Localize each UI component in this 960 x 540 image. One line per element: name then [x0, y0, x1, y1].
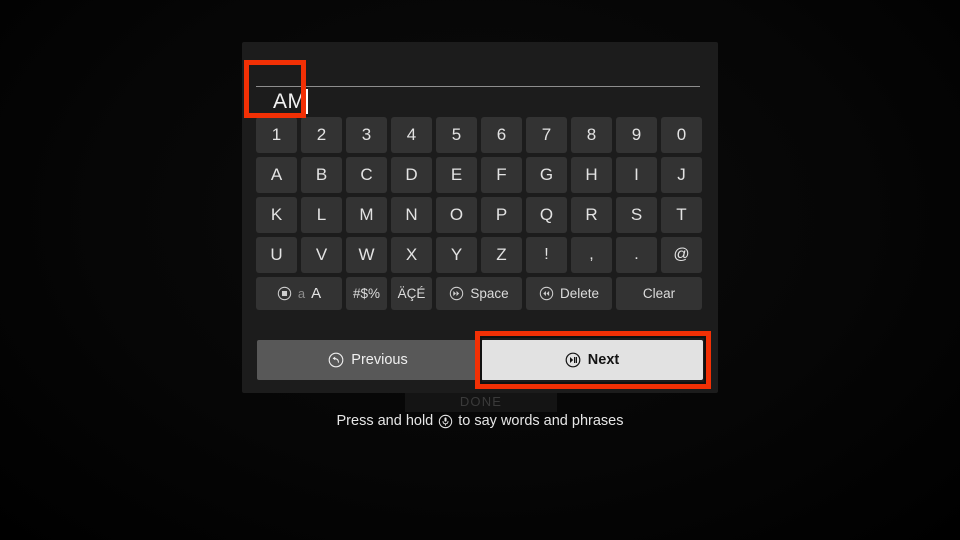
key-1[interactable]: 1 — [256, 117, 297, 153]
key-q[interactable]: Q — [526, 197, 567, 233]
done-button-label: DONE — [460, 394, 502, 409]
text-input-underline — [256, 86, 700, 87]
key-row-letters-1: A B C D E F G H I J — [256, 157, 704, 193]
fast-forward-circle-icon — [449, 286, 464, 301]
key-g[interactable]: G — [526, 157, 567, 193]
text-input-field[interactable]: AM — [258, 60, 702, 106]
key-c[interactable]: C — [346, 157, 387, 193]
key-t[interactable]: T — [661, 197, 702, 233]
space-key[interactable]: Space — [436, 277, 522, 310]
key-9[interactable]: 9 — [616, 117, 657, 153]
key-4[interactable]: 4 — [391, 117, 432, 153]
key-l[interactable]: L — [301, 197, 342, 233]
key-row-letters-2: K L M N O P Q R S T — [256, 197, 704, 233]
key-f[interactable]: F — [481, 157, 522, 193]
symbols-key[interactable]: #$% — [346, 277, 387, 310]
back-arrow-circle-icon — [328, 352, 344, 368]
key-a[interactable]: A — [256, 157, 297, 193]
key-d[interactable]: D — [391, 157, 432, 193]
play-pause-circle-icon — [565, 352, 581, 368]
key-row-letters-3: U V W X Y Z ! , . @ — [256, 237, 704, 273]
key-7[interactable]: 7 — [526, 117, 567, 153]
key-row-digits: 1 2 3 4 5 6 7 8 9 0 — [256, 117, 704, 153]
key-8[interactable]: 8 — [571, 117, 612, 153]
key-s[interactable]: S — [616, 197, 657, 233]
voice-hint-text-after: to say words and phrases — [458, 413, 623, 429]
navigation-button-row: Previous Next — [257, 340, 703, 380]
key-5[interactable]: 5 — [436, 117, 477, 153]
key-3[interactable]: 3 — [346, 117, 387, 153]
previous-button-label: Previous — [351, 352, 407, 368]
key-u[interactable]: U — [256, 237, 297, 273]
text-input-value: AM — [273, 90, 306, 114]
voice-hint: Press and hold to say words and phrases — [0, 410, 960, 432]
key-h[interactable]: H — [571, 157, 612, 193]
tv-screen: DONE AM 1 2 3 4 5 6 7 8 9 0 A — [0, 0, 960, 540]
key-x[interactable]: X — [391, 237, 432, 273]
microphone-circle-icon — [438, 414, 453, 429]
case-toggle-upper-label: A — [311, 285, 321, 302]
previous-button[interactable]: Previous — [257, 340, 479, 380]
key-grid: 1 2 3 4 5 6 7 8 9 0 A B C D E F G H I — [256, 117, 704, 310]
rewind-circle-icon — [539, 286, 554, 301]
key-m[interactable]: M — [346, 197, 387, 233]
key-z[interactable]: Z — [481, 237, 522, 273]
function-key-row: aA #$% ÄÇÉ Space — [256, 277, 704, 310]
done-button[interactable]: DONE — [405, 390, 557, 412]
circle-square-icon — [277, 286, 292, 301]
delete-key-label: Delete — [560, 286, 599, 301]
key-at-sign[interactable]: @ — [661, 237, 702, 273]
key-period[interactable]: . — [616, 237, 657, 273]
key-b[interactable]: B — [301, 157, 342, 193]
key-r[interactable]: R — [571, 197, 612, 233]
key-e[interactable]: E — [436, 157, 477, 193]
key-y[interactable]: Y — [436, 237, 477, 273]
key-i[interactable]: I — [616, 157, 657, 193]
next-button-label: Next — [588, 352, 619, 368]
key-0[interactable]: 0 — [661, 117, 702, 153]
delete-key[interactable]: Delete — [526, 277, 612, 310]
key-comma[interactable]: , — [571, 237, 612, 273]
case-toggle-lower-label: a — [298, 286, 305, 301]
next-button[interactable]: Next — [481, 340, 703, 380]
voice-hint-text-before: Press and hold — [337, 413, 434, 429]
accents-key[interactable]: ÄÇÉ — [391, 277, 432, 310]
key-w[interactable]: W — [346, 237, 387, 273]
key-k[interactable]: K — [256, 197, 297, 233]
key-j[interactable]: J — [661, 157, 702, 193]
key-6[interactable]: 6 — [481, 117, 522, 153]
key-o[interactable]: O — [436, 197, 477, 233]
key-p[interactable]: P — [481, 197, 522, 233]
text-cursor — [306, 89, 308, 114]
case-toggle-key[interactable]: aA — [256, 277, 342, 310]
key-exclamation[interactable]: ! — [526, 237, 567, 273]
clear-key[interactable]: Clear — [616, 277, 702, 310]
key-v[interactable]: V — [301, 237, 342, 273]
key-n[interactable]: N — [391, 197, 432, 233]
key-2[interactable]: 2 — [301, 117, 342, 153]
space-key-label: Space — [470, 286, 508, 301]
